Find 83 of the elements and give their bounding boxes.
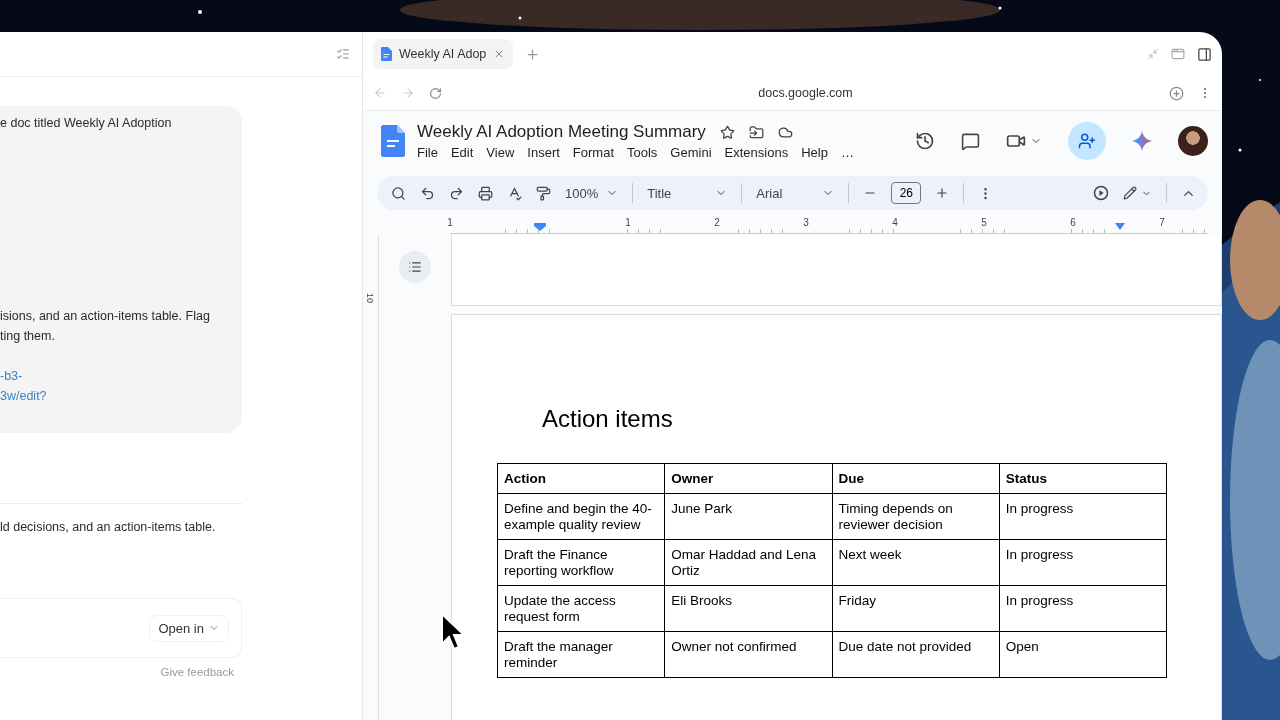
sidebar-icon[interactable] bbox=[1197, 46, 1212, 62]
pencil-icon[interactable] bbox=[1123, 186, 1137, 200]
document-title[interactable]: Weekly AI Adoption Meeting Summary bbox=[417, 122, 706, 142]
menu-item[interactable]: Tools bbox=[627, 145, 658, 160]
table-cell: Timing depends on reviewer decision bbox=[832, 493, 1000, 540]
ruler-number: 3 bbox=[802, 217, 810, 230]
person-add-icon bbox=[1078, 132, 1096, 150]
column-header: Status bbox=[999, 463, 1167, 494]
table-cell: In progress bbox=[999, 493, 1167, 540]
menu-item[interactable]: Insert bbox=[527, 145, 560, 160]
table-cell: In progress bbox=[999, 585, 1167, 632]
window-icon[interactable] bbox=[1171, 47, 1185, 61]
spellcheck-icon[interactable] bbox=[507, 185, 522, 201]
indent-marker[interactable] bbox=[534, 223, 546, 231]
history-icon[interactable] bbox=[915, 131, 935, 151]
table-cell: Owner not confirmed bbox=[664, 631, 832, 678]
menu-item[interactable]: Extensions bbox=[724, 145, 789, 160]
comment-icon[interactable] bbox=[961, 131, 980, 151]
column-header: Due bbox=[832, 463, 1000, 494]
menu-item[interactable]: … bbox=[840, 145, 854, 160]
print-icon[interactable] bbox=[478, 185, 493, 201]
ruler-number: 1 bbox=[624, 217, 632, 230]
menu-item[interactable]: View bbox=[486, 145, 515, 160]
table-cell: Open bbox=[999, 631, 1167, 678]
avatar[interactable] bbox=[1178, 126, 1208, 156]
table-cell: Define and begin the 40-example quality review bbox=[497, 493, 665, 540]
share-button[interactable] bbox=[1068, 122, 1106, 160]
new-tab-icon[interactable] bbox=[525, 46, 541, 62]
message-text: isions, and an action-items table. Flag bbox=[0, 308, 211, 325]
docs-icon bbox=[381, 47, 392, 61]
table-cell: Next week bbox=[832, 539, 1000, 586]
font-size-field[interactable]: 26 bbox=[891, 182, 922, 204]
ruler-number: 7 bbox=[1158, 217, 1166, 230]
indent-marker[interactable] bbox=[1115, 223, 1125, 230]
font-select[interactable]: Arial bbox=[756, 185, 835, 201]
zoom-select[interactable]: 100% bbox=[565, 185, 619, 201]
menu-item[interactable]: File bbox=[417, 145, 438, 160]
ruler-number: 6 bbox=[1069, 217, 1077, 230]
list-icon[interactable] bbox=[336, 47, 350, 61]
menu-item[interactable]: Help bbox=[801, 145, 828, 160]
reply-text: ld decisions, and an action-items table. bbox=[0, 520, 217, 534]
browser-tab[interactable]: Weekly AI Adop bbox=[373, 39, 514, 69]
menu-item[interactable]: Edit bbox=[450, 145, 474, 160]
style-select[interactable]: Title bbox=[647, 185, 728, 201]
folder-icon[interactable] bbox=[748, 124, 764, 140]
table-cell: Due date not provided bbox=[832, 631, 1000, 678]
table-cell: June Park bbox=[664, 493, 832, 540]
table-cell: Draft the manager reminder bbox=[497, 631, 665, 678]
menu-item[interactable]: Gemini bbox=[670, 145, 712, 160]
star-icon[interactable] bbox=[719, 124, 735, 140]
ruler-number: 5 bbox=[980, 217, 988, 230]
search-icon[interactable] bbox=[391, 185, 406, 201]
list-icon bbox=[408, 260, 422, 274]
undo-icon[interactable] bbox=[420, 185, 435, 201]
cloud-icon[interactable] bbox=[777, 124, 793, 140]
ruler-number: 1 bbox=[446, 217, 454, 230]
message-text: e doc titled Weekly AI Adoption bbox=[0, 115, 173, 132]
message-text: ting them. bbox=[0, 328, 56, 345]
docs-logo[interactable] bbox=[381, 125, 405, 157]
reload-icon[interactable] bbox=[429, 86, 442, 100]
doc-link[interactable]: 3w/edit? bbox=[0, 386, 242, 406]
paint-format-icon[interactable] bbox=[536, 185, 551, 201]
table-cell: Eli Brooks bbox=[664, 585, 832, 632]
add-icon[interactable] bbox=[1169, 85, 1184, 101]
menu-item[interactable]: Format bbox=[572, 145, 614, 160]
increase-icon[interactable] bbox=[935, 186, 950, 200]
outline-button[interactable] bbox=[399, 251, 431, 283]
ruler-number: 2 bbox=[713, 217, 721, 230]
doc-link[interactable]: -b3- bbox=[0, 366, 242, 386]
table-cell: In progress bbox=[999, 539, 1167, 586]
table-cell: Omar Haddad and Lena Ortiz bbox=[664, 539, 832, 586]
ruler-number: 10 bbox=[365, 293, 376, 303]
sparkle-icon[interactable] bbox=[1132, 131, 1152, 151]
address-bar[interactable]: docs.google.com bbox=[456, 86, 1155, 100]
column-header: Owner bbox=[664, 463, 832, 494]
table-cell: Friday bbox=[832, 585, 1000, 632]
open-in-button[interactable]: Open in bbox=[149, 614, 229, 642]
table-cell: Update the access request form bbox=[497, 585, 665, 632]
column-header: Action bbox=[497, 463, 665, 494]
ruler-number: 4 bbox=[891, 217, 899, 230]
section-heading: Action items bbox=[542, 405, 674, 433]
redo-icon[interactable] bbox=[449, 185, 464, 201]
table-cell: Draft the Finance reporting workflow bbox=[497, 539, 665, 586]
